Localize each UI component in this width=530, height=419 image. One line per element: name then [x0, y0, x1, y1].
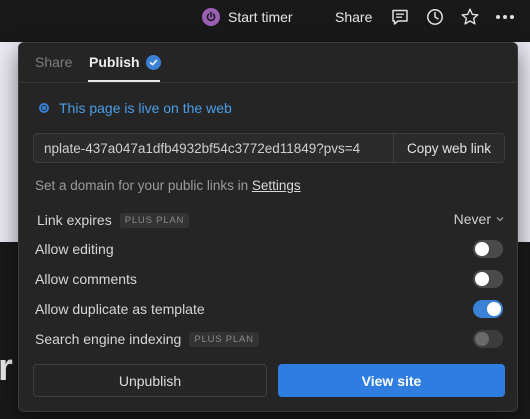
live-status-text: This page is live on the web [59, 100, 232, 116]
link-expiry-value: Never [453, 211, 491, 227]
view-site-button[interactable]: View site [278, 364, 505, 397]
domain-hint-text: Set a domain for your public links in [35, 178, 252, 193]
power-icon [202, 8, 220, 26]
tab-publish-label: Publish [89, 54, 140, 70]
domain-hint: Set a domain for your public links in Se… [35, 178, 301, 193]
link-expires-row: Link expires PLUS PLAN Never [37, 208, 505, 232]
plus-plan-badge: PLUS PLAN [119, 212, 190, 228]
chevron-down-icon [496, 217, 504, 222]
allow-duplicate-toggle[interactable] [473, 300, 503, 318]
allow-editing-row: Allow editing [35, 237, 505, 261]
popover-tabs: Share Publish [19, 43, 517, 83]
toggle-knob [475, 332, 489, 346]
search-indexing-row: Search engine indexing PLUS PLAN [35, 327, 505, 351]
comment-icon[interactable] [389, 6, 411, 28]
public-url-value: nplate-437a047a1dfb4932bf54c3772ed11849?… [44, 140, 361, 156]
search-indexing-label: Search engine indexing [35, 331, 182, 347]
top-bar: Start timer Share [0, 0, 530, 36]
allow-comments-toggle[interactable] [473, 270, 503, 288]
share-button[interactable]: Share [335, 5, 372, 29]
allow-editing-toggle[interactable] [473, 240, 503, 258]
public-url-input[interactable]: nplate-437a047a1dfb4932bf54c3772ed11849?… [34, 141, 393, 156]
toggle-knob [475, 242, 489, 256]
toggle-knob [487, 302, 501, 316]
live-radio-icon [39, 103, 49, 113]
unpublish-button[interactable]: Unpublish [33, 364, 267, 397]
link-expiry-select[interactable]: Never [454, 211, 505, 227]
plus-plan-badge: PLUS PLAN [189, 331, 259, 347]
public-url-field[interactable]: nplate-437a047a1dfb4932bf54c3772ed11849?… [33, 133, 505, 163]
start-timer-button[interactable]: Start timer [202, 5, 293, 29]
start-timer-label: Start timer [228, 9, 293, 25]
toggle-knob [475, 272, 489, 286]
active-tab-indicator [88, 80, 160, 82]
link-expires-label: Link expires [37, 212, 112, 228]
allow-comments-label: Allow comments [35, 271, 137, 287]
allow-duplicate-label: Allow duplicate as template [35, 301, 205, 317]
live-status: This page is live on the web [39, 100, 232, 116]
allow-comments-row: Allow comments [35, 267, 505, 291]
publish-popover: Share Publish This page is live on the w… [18, 42, 518, 412]
copy-web-link-button[interactable]: Copy web link [392, 134, 504, 162]
more-icon[interactable] [494, 6, 516, 28]
page-content-fragment: r [0, 347, 13, 389]
settings-link[interactable]: Settings [252, 178, 301, 193]
allow-editing-label: Allow editing [35, 241, 114, 257]
app-window: r Start timer Share Share Publish This p… [0, 0, 530, 419]
tab-publish[interactable]: Publish [89, 54, 161, 70]
history-icon[interactable] [424, 6, 446, 28]
check-circle-icon [145, 54, 161, 70]
allow-duplicate-row: Allow duplicate as template [35, 297, 505, 321]
tab-share[interactable]: Share [35, 54, 72, 70]
search-indexing-toggle[interactable] [473, 330, 503, 348]
star-icon[interactable] [459, 6, 481, 28]
